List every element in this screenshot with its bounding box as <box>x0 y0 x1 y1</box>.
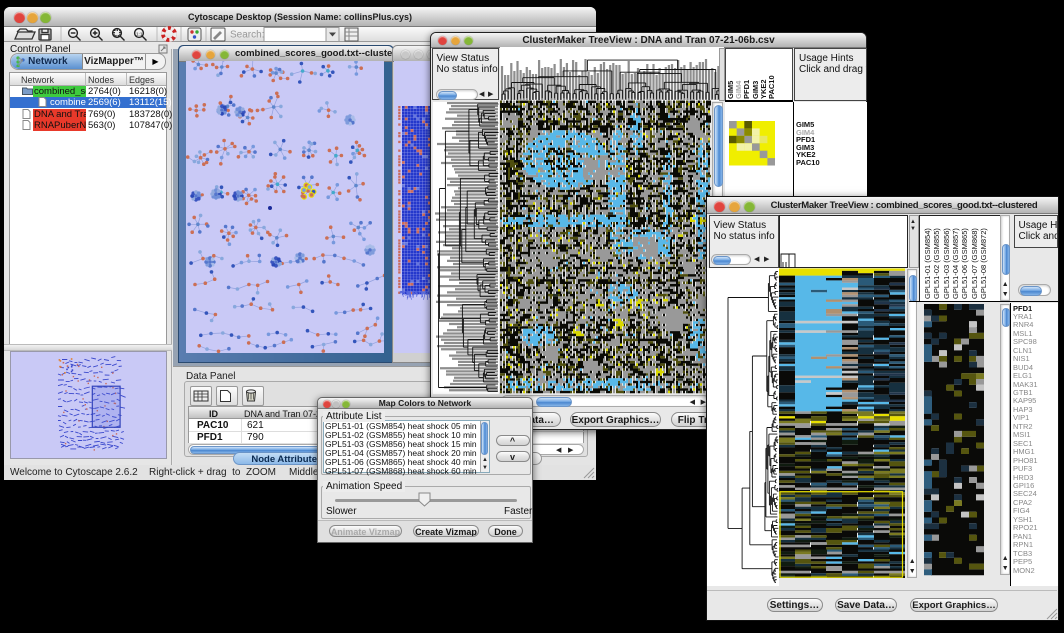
svg-text:1:1: 1:1 <box>136 31 143 36</box>
svg-text:Search:: Search: <box>230 30 264 41</box>
